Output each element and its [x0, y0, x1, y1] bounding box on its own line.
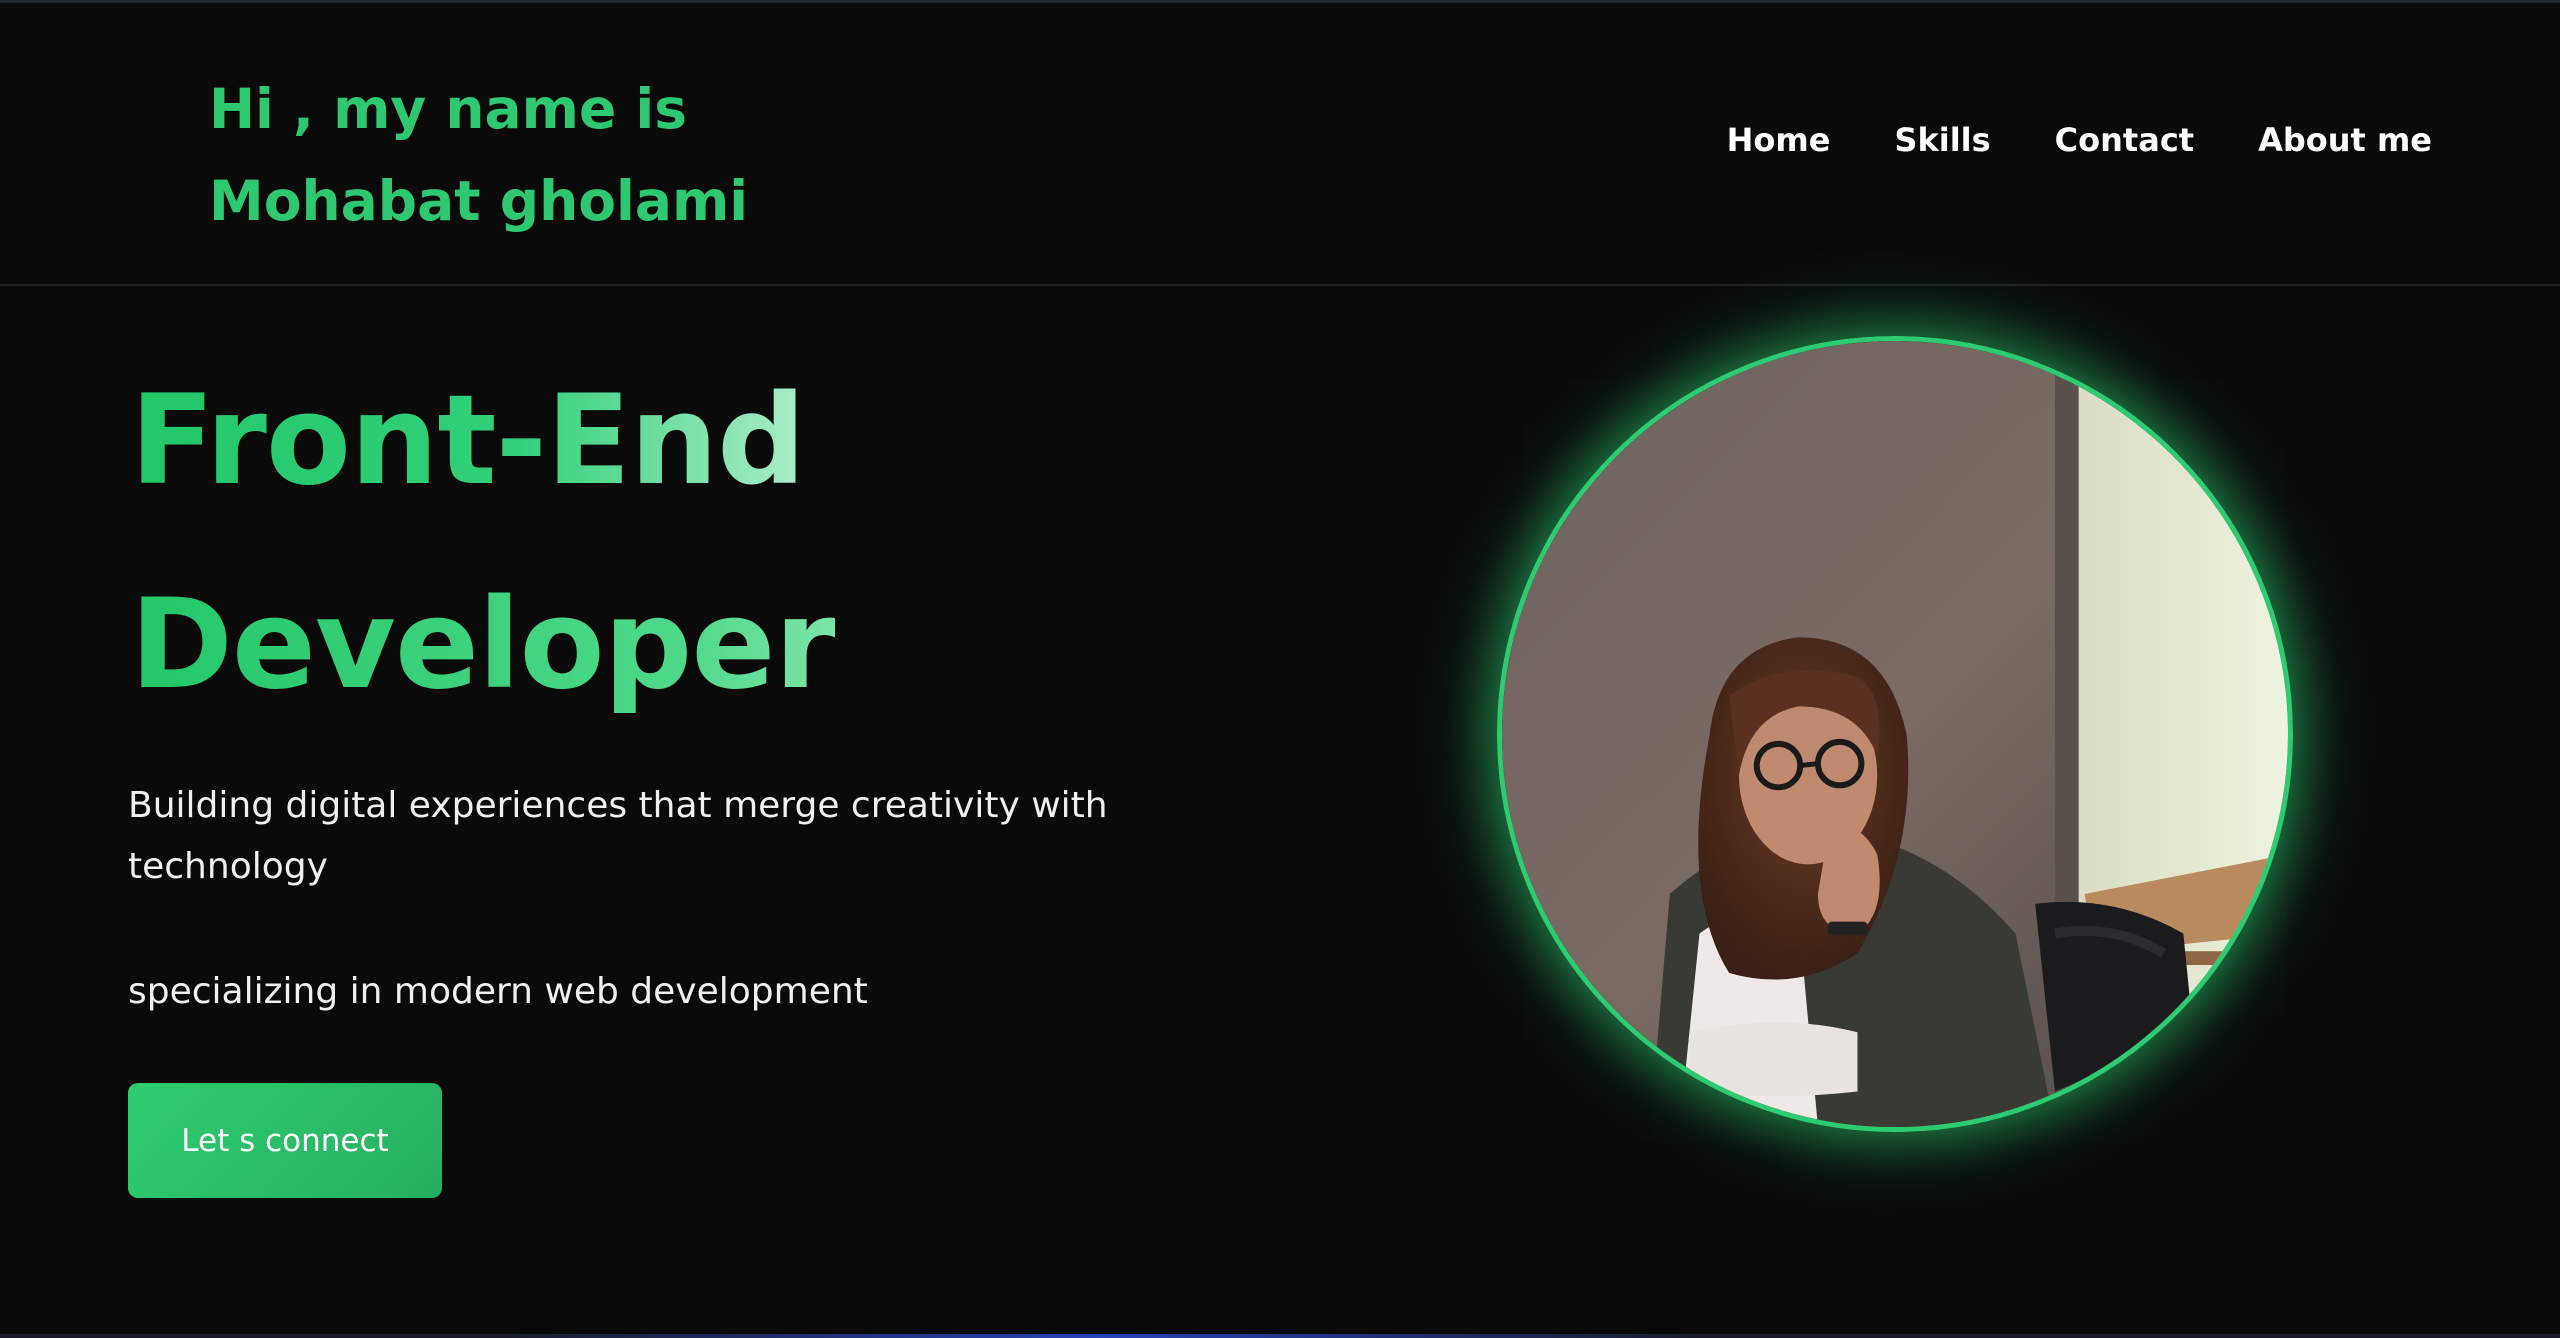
site-header: Hi , my name is Mohabat gholami Home Ski…: [0, 3, 2560, 286]
hero-specialty: specializing in modern web development: [128, 971, 868, 1012]
nav-skills[interactable]: Skills: [1894, 121, 1990, 159]
greeting-line: Hi , my name is: [209, 77, 688, 141]
nav-about-me[interactable]: About me: [2258, 121, 2432, 159]
greeting: Hi , my name is Mohabat gholami: [209, 63, 748, 247]
profile-photo: [1497, 336, 2293, 1132]
hero-description: Building digital experiences that merge …: [128, 785, 1108, 887]
main-nav: Home Skills Contact About me: [1727, 121, 2432, 159]
connect-button[interactable]: Let s connect: [128, 1083, 442, 1198]
hero-title: Front-End Developer: [130, 339, 836, 747]
hero-title-line1: Front-End: [130, 339, 835, 543]
page: Hi , my name is Mohabat gholami Home Ski…: [0, 0, 2560, 1338]
profile-photo-illustration: [1502, 341, 2288, 1127]
hero-title-line2: Developer: [130, 543, 836, 747]
nav-home[interactable]: Home: [1727, 121, 1831, 159]
nav-contact[interactable]: Contact: [2055, 121, 2194, 159]
owner-name: Mohabat gholami: [209, 169, 749, 233]
